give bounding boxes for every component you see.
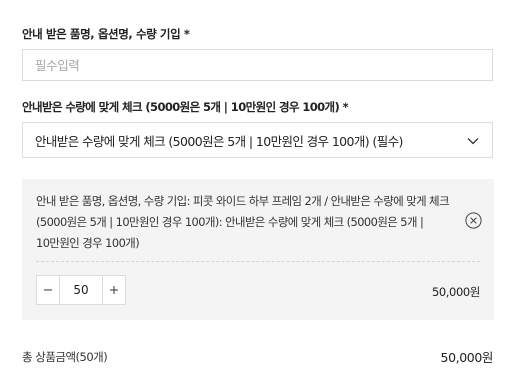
minus-icon <box>44 289 52 291</box>
plus-icon <box>110 286 118 294</box>
quantity-select-value: 안내받은 수량에 맞게 체크 (5000원은 5개 | 10만원인 경우 100… <box>35 133 403 149</box>
quantity-field[interactable] <box>59 276 103 304</box>
quantity-select-label: 안내받은 수량에 맞게 체크 (5000원은 5개 | 10만원인 경우 100… <box>22 100 349 114</box>
option-name-field[interactable] <box>22 49 493 81</box>
increase-button[interactable] <box>103 276 125 304</box>
total-label: 총 상품금액(50개) <box>22 350 108 364</box>
quantity-select[interactable]: 안내받은 수량에 맞게 체크 (5000원은 5개 | 10만원인 경우 100… <box>22 122 493 158</box>
quantity-input[interactable] <box>60 276 102 304</box>
decrease-button[interactable] <box>37 276 59 304</box>
option-divider <box>36 261 480 262</box>
option-name-input[interactable] <box>23 50 492 80</box>
total-value: 50,000원 <box>440 350 494 365</box>
quantity-stepper <box>36 275 126 305</box>
selected-option-description: 안내 받은 품명, 옵션명, 수량 기입: 피콧 와이드 하부 프레임 2개 /… <box>36 194 450 250</box>
selected-option-panel: 안내 받은 품명, 옵션명, 수량 기입: 피콧 와이드 하부 프레임 2개 /… <box>22 179 494 320</box>
chevron-down-icon <box>467 138 479 145</box>
option-price: 50,000원 <box>431 285 480 299</box>
close-circle-icon[interactable] <box>465 212 482 229</box>
option-name-label: 안내 받은 품명, 옵션명, 수량 기입 * <box>22 27 190 41</box>
